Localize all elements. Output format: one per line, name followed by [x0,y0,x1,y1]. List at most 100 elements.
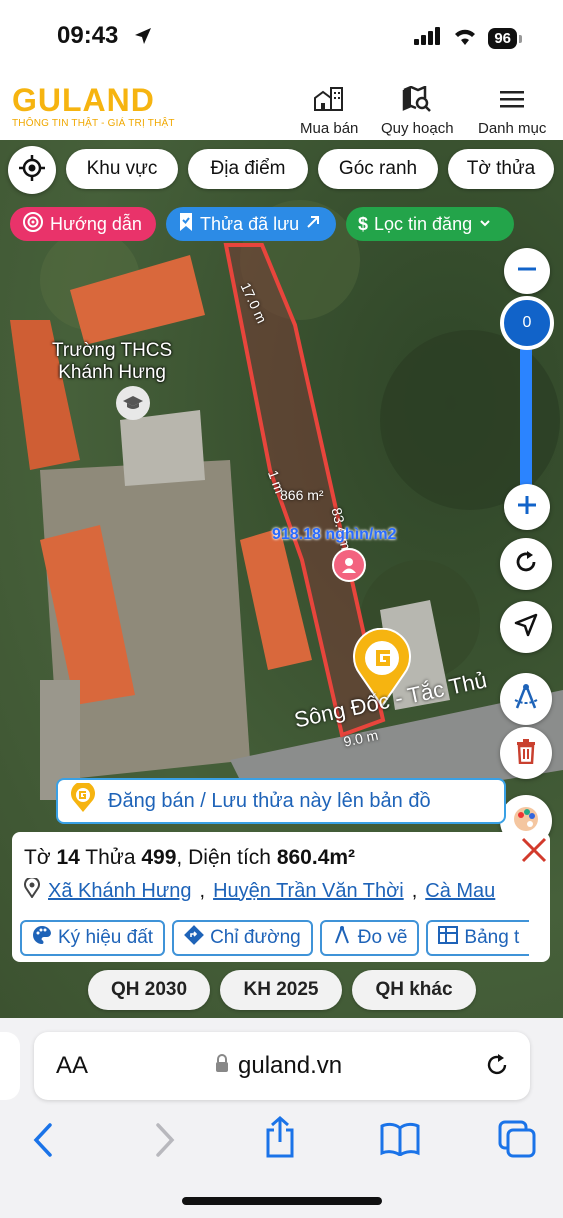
bookmarks-icon[interactable] [380,1122,420,1161]
filter-listings-chip[interactable]: $ Lọc tin đăng [346,207,514,241]
separator: , [199,879,206,902]
delete-button[interactable] [500,727,552,779]
guland-logo[interactable]: GULAND THÔNG TIN THẬT - GIÁ TRỊ THẬT [12,84,175,129]
close-card-button[interactable] [520,836,548,869]
building-icon [313,86,345,116]
post-listing-label: Đăng bán / Lưu thửa này lên bản đồ [108,789,431,812]
url-display: guland.vn [214,1052,342,1080]
plan-2030-button[interactable]: QH 2030 [88,970,210,1010]
saved-lots-label: Thửa đã lưu [200,213,300,234]
parcel-title: Tờ 14 Thửa 499, Diện tích 860.4m² [24,846,355,870]
nav-label: Quy hoạch [381,120,454,137]
compass-icon [332,925,352,951]
directions-icon [184,925,204,951]
plus-icon [515,493,539,522]
menu-icon [498,86,526,116]
nav-mua-ban[interactable]: Mua bán [300,86,358,137]
guide-chip[interactable]: Hướng dẫn [10,207,156,241]
zoom-slider-knob[interactable]: 0 [500,296,554,350]
status-bar: 09:43 96 [0,0,563,76]
measure-button[interactable] [500,673,552,725]
guland-pin-small-icon [70,781,96,819]
district-link[interactable]: Huyện Trần Văn Thời [213,880,404,903]
compass-draw-icon [511,682,541,717]
filter-goc-ranh[interactable]: Góc ranh [318,149,438,189]
status-time: 09:43 [57,22,119,49]
tabs-icon[interactable] [498,1120,536,1163]
home-indicator [182,1197,382,1205]
sheet-label: Tờ [24,846,51,869]
zoom-out-button[interactable] [504,248,550,294]
dollar-icon: $ [358,213,369,234]
sheet-number: 14 [56,846,80,869]
nav-quy-hoach[interactable]: Quy hoạch [381,85,454,137]
filter-to-thua[interactable]: Tờ thửa [448,149,554,189]
filter-dia-diem[interactable]: Địa điểm [188,149,308,189]
parcel-info-card: Tờ 14 Thửa 499, Diện tích 860.4m² Xã Khá… [12,832,550,962]
school-label-line2: Khánh Hưng [58,362,166,383]
reload-icon[interactable] [484,1052,510,1083]
lock-icon [214,1052,230,1080]
close-icon [520,837,548,868]
chevron-down-icon [478,214,492,235]
location-pin-icon [24,876,40,904]
palette-icon [32,925,52,951]
previous-tab-edge[interactable] [0,1032,20,1100]
parcel-tools: Ký hiệu đất Chỉ đường Đo vẽ Bảng t [20,920,530,956]
share-icon[interactable] [264,1116,296,1163]
target-icon [22,211,44,238]
plan-other-button[interactable]: QH khác [352,970,476,1010]
land-symbol-button[interactable]: Ký hiệu đất [20,920,166,956]
measure-draw-button[interactable]: Đo vẽ [319,920,420,956]
separator: , [411,879,418,902]
reader-options-button[interactable]: AA [56,1052,88,1080]
navigate-button[interactable] [500,601,552,653]
directions-button[interactable]: Chỉ đường [172,920,313,956]
tool-label: Đo vẽ [357,927,408,948]
user-marker-icon[interactable] [332,548,366,582]
crosshair-icon [18,154,46,187]
tool-label: Chỉ đường [210,927,301,948]
logo-wordmark: GULAND [12,82,155,118]
app-header: GULAND THÔNG TIN THẬT - GIÁ TRỊ THẬT Mua… [0,76,563,140]
lot-label: Thửa [85,846,136,869]
lot-number: 499 [141,846,177,869]
school-icon[interactable] [116,386,150,420]
filter-khu-vuc[interactable]: Khu vực [66,149,178,189]
post-listing-bar[interactable]: Đăng bán / Lưu thửa này lên bản đồ [56,778,506,824]
school-label: Trường THCS Khánh Hưng [52,340,172,384]
filter-listings-label: Lọc tin đăng [374,213,473,234]
trash-icon [514,738,538,769]
zoom-in-button[interactable] [504,484,550,530]
forward-icon[interactable] [154,1122,176,1163]
map-search-icon [402,85,432,116]
locate-me-button[interactable] [8,146,56,194]
address-bar[interactable]: AA guland.vn [34,1032,530,1100]
refresh-icon [513,549,539,580]
minus-icon [515,257,539,286]
comma: , [176,846,183,869]
nav-label: Danh mục [478,120,547,137]
table-icon [438,926,459,950]
logo-tagline: THÔNG TIN THẬT - GIÁ TRỊ THẬT [12,118,175,129]
saved-lots-chip[interactable]: Thửa đã lưu [166,207,336,241]
external-arrow-icon [305,214,321,235]
wifi-icon [452,26,478,51]
guide-chip-label: Hướng dẫn [50,213,142,234]
province-link[interactable]: Cà Mau [425,880,495,903]
signal-icon [414,27,442,50]
url-text: guland.vn [238,1052,343,1079]
plan-2025-button[interactable]: KH 2025 [220,970,342,1010]
price-label: 918.18 nghìn/m2 [272,526,397,543]
location-arrow-icon [133,26,153,51]
refresh-button[interactable] [500,538,552,590]
area-label: Diện tích [188,846,271,869]
school-label-line1: Trường THCS [52,340,173,361]
table-button[interactable]: Bảng t [426,920,530,956]
commune-link[interactable]: Xã Khánh Hưng [48,880,192,903]
bookmark-icon [178,212,194,237]
back-icon[interactable] [32,1122,54,1163]
tool-label: Bảng t [464,927,520,948]
navigation-arrow-icon [513,612,539,643]
nav-danh-muc[interactable]: Danh mục [478,86,546,137]
